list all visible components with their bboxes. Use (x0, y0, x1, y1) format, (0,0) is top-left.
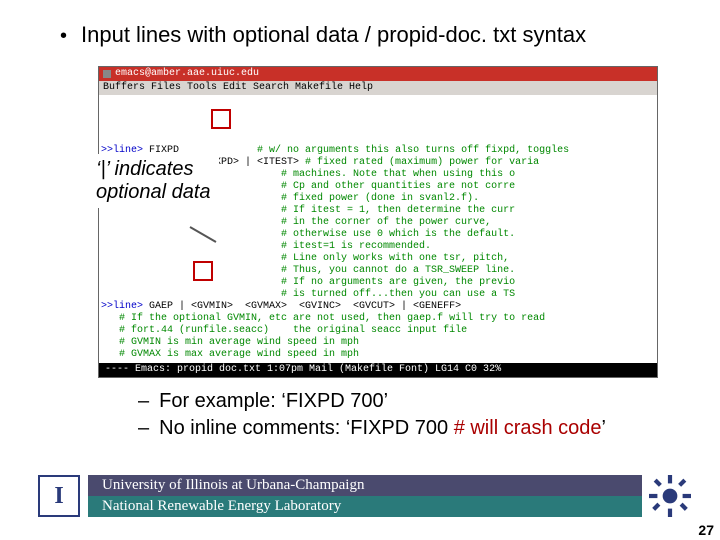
page-number: 27 (698, 522, 714, 538)
footer-bars: University of Illinois at Urbana-Champai… (88, 475, 642, 517)
illinois-logo: I (38, 475, 80, 517)
nrel-logo (648, 474, 692, 518)
footer: I University of Illinois at Urbana-Champ… (0, 474, 720, 518)
terminal-line: # If the optional GVMIN, etc are not use… (101, 313, 653, 325)
terminal-line: # fort.44 (runfile.seacc) the original s… (101, 325, 653, 337)
sub2-prefix: No inline comments: ‘FIXPD 700 (159, 417, 454, 439)
bullet-glyph: • (60, 25, 67, 48)
terminal-titlebar: emacs@amber.aae.uiuc.edu (99, 67, 657, 81)
annotation-callout: ‘|’ indicates optional data (92, 154, 219, 208)
terminal-line: # GVMAX is max average wind speed in mph (101, 349, 653, 361)
terminal-window: emacs@amber.aae.uiuc.edu Buffers Files T… (98, 66, 658, 378)
terminal-line: >>line> GAEP | <GVMIN> <GVMAX> <GVINC> <… (101, 301, 653, 313)
footer-bar-bottom: National Renewable Energy Laboratory (88, 496, 642, 517)
annotation-line2: optional data (96, 181, 211, 204)
terminal-line: # itest=1 is recommended. (101, 241, 653, 253)
terminal-line: # GVMIN is min average wind speed in mph (101, 337, 653, 349)
dash-glyph: – (138, 390, 149, 413)
sub1-code: ‘FIXPD 700’ (281, 390, 388, 412)
heading-bullet: • Input lines with optional data / propi… (60, 22, 684, 48)
sub-bullet-list: – For example: ‘FIXPD 700’ – No inline c… (138, 390, 684, 440)
highlight-box-1 (211, 109, 231, 129)
slide-body: • Input lines with optional data / propi… (0, 0, 720, 440)
sub-text-2: No inline comments: ‘FIXPD 700 # will cr… (159, 417, 606, 440)
annotation-line1: ‘|’ indicates (96, 158, 211, 181)
sub2-crash: # will crash code (454, 417, 602, 439)
terminal-line: # Line only works with one tsr, pitch, (101, 253, 653, 265)
terminal-line: # If no arguments are given, the previo (101, 277, 653, 289)
window-icon (103, 70, 111, 78)
terminal-menubar: Buffers Files Tools Edit Search Makefile… (99, 81, 657, 95)
terminal-line: # in the corner of the power curve, (101, 217, 653, 229)
sub-text-1: For example: ‘FIXPD 700’ (159, 390, 388, 413)
heading-text: Input lines with optional data / propid-… (81, 22, 586, 48)
sub1-prefix: For example: (159, 390, 281, 412)
footer-bar-top: University of Illinois at Urbana-Champai… (88, 475, 642, 496)
terminal-line: # Thus, you cannot do a TSR_SWEEP line. (101, 265, 653, 277)
terminal-body: >>line> FIXPD # w/ no arguments this als… (99, 95, 657, 363)
sub-bullet-1: – For example: ‘FIXPD 700’ (138, 390, 684, 413)
dash-glyph-2: – (138, 417, 149, 440)
terminal-statusbar: ---- Emacs: propid doc.txt 1:07pm Mail (… (99, 363, 657, 377)
sub-bullet-2: – No inline comments: ‘FIXPD 700 # will … (138, 417, 684, 440)
terminal-line: # otherwise use 0 which is the default. (101, 229, 653, 241)
gear-icon (649, 475, 691, 517)
sub2-suffix: ’ (602, 417, 606, 439)
terminal-title: emacs@amber.aae.uiuc.edu (115, 68, 259, 80)
terminal-line: # is turned off...then you can use a TS (101, 289, 653, 301)
terminal-container: emacs@amber.aae.uiuc.edu Buffers Files T… (98, 66, 658, 378)
